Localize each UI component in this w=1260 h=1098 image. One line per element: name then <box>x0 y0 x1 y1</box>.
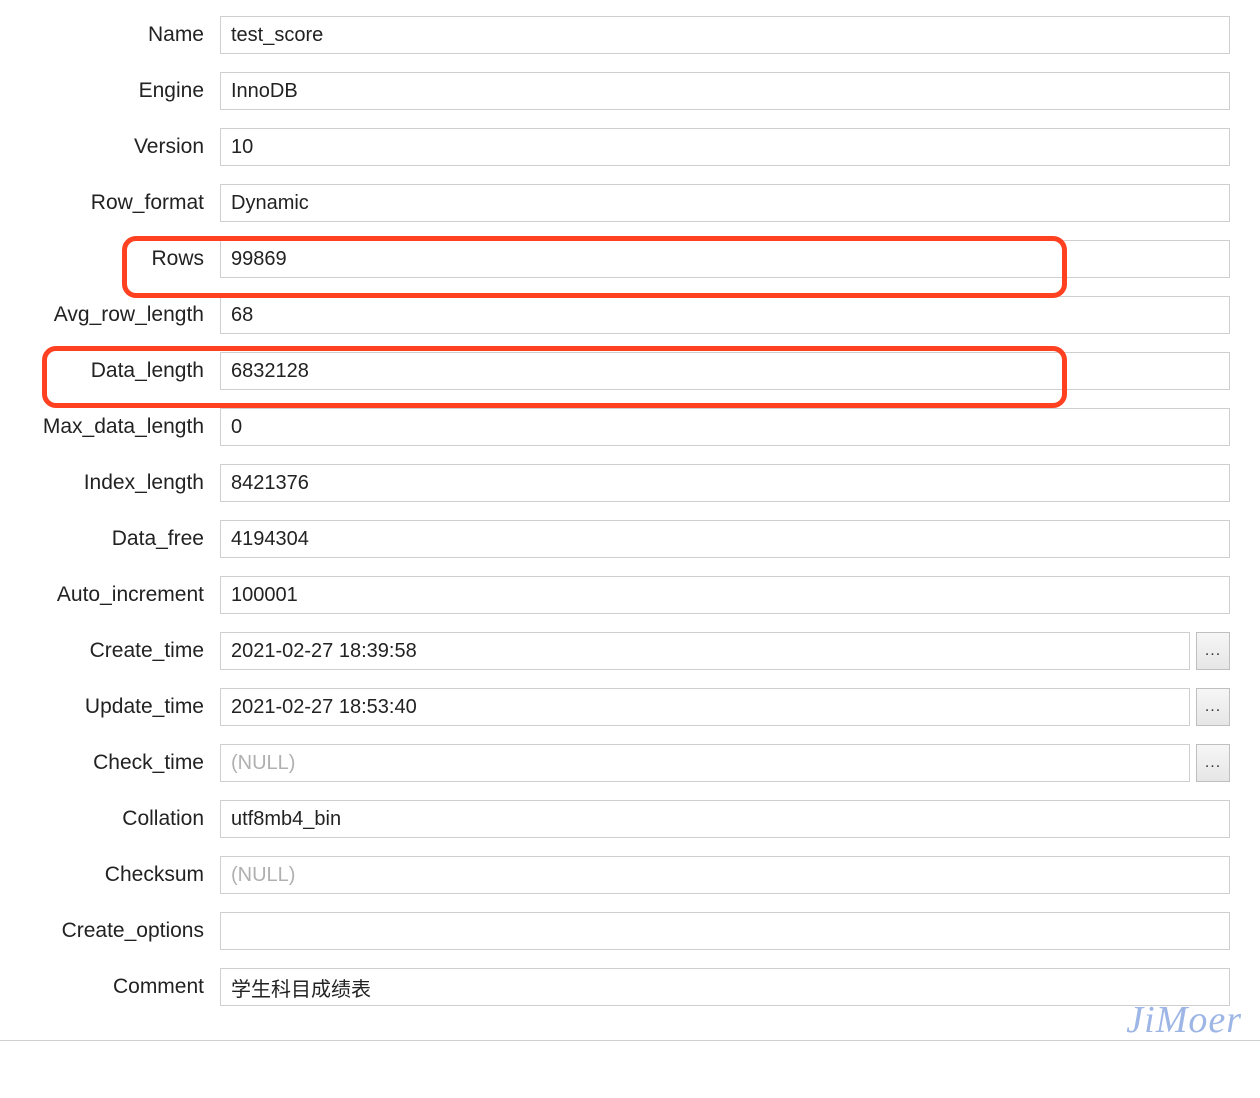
field-wrap-avg-row-length <box>220 296 1230 334</box>
input-engine[interactable] <box>220 72 1230 110</box>
row-checksum: Checksum <box>10 856 1230 894</box>
field-wrap-name <box>220 16 1230 54</box>
label-name: Name <box>10 23 220 47</box>
label-comment: Comment <box>10 975 220 999</box>
field-wrap-rows <box>220 240 1230 278</box>
row-data-free: Data_free <box>10 520 1230 558</box>
field-wrap-check-time: ... <box>220 744 1230 782</box>
input-index-length[interactable] <box>220 464 1230 502</box>
label-create-options: Create_options <box>10 919 220 943</box>
label-collation: Collation <box>10 807 220 831</box>
row-check-time: Check_time ... <box>10 744 1230 782</box>
input-checksum[interactable] <box>220 856 1230 894</box>
input-create-options[interactable] <box>220 912 1230 950</box>
field-wrap-create-time: ... <box>220 632 1230 670</box>
input-auto-increment[interactable] <box>220 576 1230 614</box>
field-wrap-engine <box>220 72 1230 110</box>
input-max-data-length[interactable] <box>220 408 1230 446</box>
row-collation: Collation <box>10 800 1230 838</box>
row-create-options: Create_options <box>10 912 1230 950</box>
picker-button-create-time[interactable]: ... <box>1196 632 1230 670</box>
label-update-time: Update_time <box>10 695 220 719</box>
input-data-free[interactable] <box>220 520 1230 558</box>
label-index-length: Index_length <box>10 471 220 495</box>
row-update-time: Update_time ... <box>10 688 1230 726</box>
field-wrap-data-length <box>220 352 1230 390</box>
input-data-length[interactable] <box>220 352 1230 390</box>
label-rows: Rows <box>10 247 220 271</box>
ellipsis-icon: ... <box>1205 698 1221 716</box>
row-create-time: Create_time ... <box>10 632 1230 670</box>
field-wrap-comment <box>220 968 1230 1006</box>
picker-button-update-time[interactable]: ... <box>1196 688 1230 726</box>
field-wrap-checksum <box>220 856 1230 894</box>
field-wrap-auto-increment <box>220 576 1230 614</box>
field-wrap-collation <box>220 800 1230 838</box>
row-version: Version <box>10 128 1230 166</box>
input-rows[interactable] <box>220 240 1230 278</box>
input-avg-row-length[interactable] <box>220 296 1230 334</box>
field-wrap-index-length <box>220 464 1230 502</box>
field-wrap-create-options <box>220 912 1230 950</box>
input-version[interactable] <box>220 128 1230 166</box>
row-rows: Rows <box>10 240 1230 278</box>
label-avg-row-length: Avg_row_length <box>10 303 220 327</box>
input-comment[interactable] <box>220 968 1230 1006</box>
picker-button-check-time[interactable]: ... <box>1196 744 1230 782</box>
input-create-time[interactable] <box>220 632 1190 670</box>
input-update-time[interactable] <box>220 688 1190 726</box>
row-comment: Comment <box>10 968 1230 1006</box>
label-check-time: Check_time <box>10 751 220 775</box>
row-max-data-length: Max_data_length <box>10 408 1230 446</box>
field-wrap-update-time: ... <box>220 688 1230 726</box>
field-wrap-data-free <box>220 520 1230 558</box>
row-name: Name <box>10 16 1230 54</box>
label-row-format: Row_format <box>10 191 220 215</box>
label-checksum: Checksum <box>10 863 220 887</box>
row-row-format: Row_format <box>10 184 1230 222</box>
input-collation[interactable] <box>220 800 1230 838</box>
input-check-time[interactable] <box>220 744 1190 782</box>
row-auto-increment: Auto_increment <box>10 576 1230 614</box>
row-data-length: Data_length <box>10 352 1230 390</box>
field-wrap-max-data-length <box>220 408 1230 446</box>
input-name[interactable] <box>220 16 1230 54</box>
field-wrap-row-format <box>220 184 1230 222</box>
label-data-free: Data_free <box>10 527 220 551</box>
label-engine: Engine <box>10 79 220 103</box>
label-version: Version <box>10 135 220 159</box>
label-data-length: Data_length <box>10 359 220 383</box>
ellipsis-icon: ... <box>1205 754 1221 772</box>
row-index-length: Index_length <box>10 464 1230 502</box>
table-status-form: Name Engine Version Row_format Rows Avg_… <box>0 0 1260 1041</box>
label-max-data-length: Max_data_length <box>10 415 220 439</box>
ellipsis-icon: ... <box>1205 642 1221 660</box>
label-create-time: Create_time <box>10 639 220 663</box>
field-wrap-version <box>220 128 1230 166</box>
row-avg-row-length: Avg_row_length <box>10 296 1230 334</box>
label-auto-increment: Auto_increment <box>10 583 220 607</box>
input-row-format[interactable] <box>220 184 1230 222</box>
row-engine: Engine <box>10 72 1230 110</box>
